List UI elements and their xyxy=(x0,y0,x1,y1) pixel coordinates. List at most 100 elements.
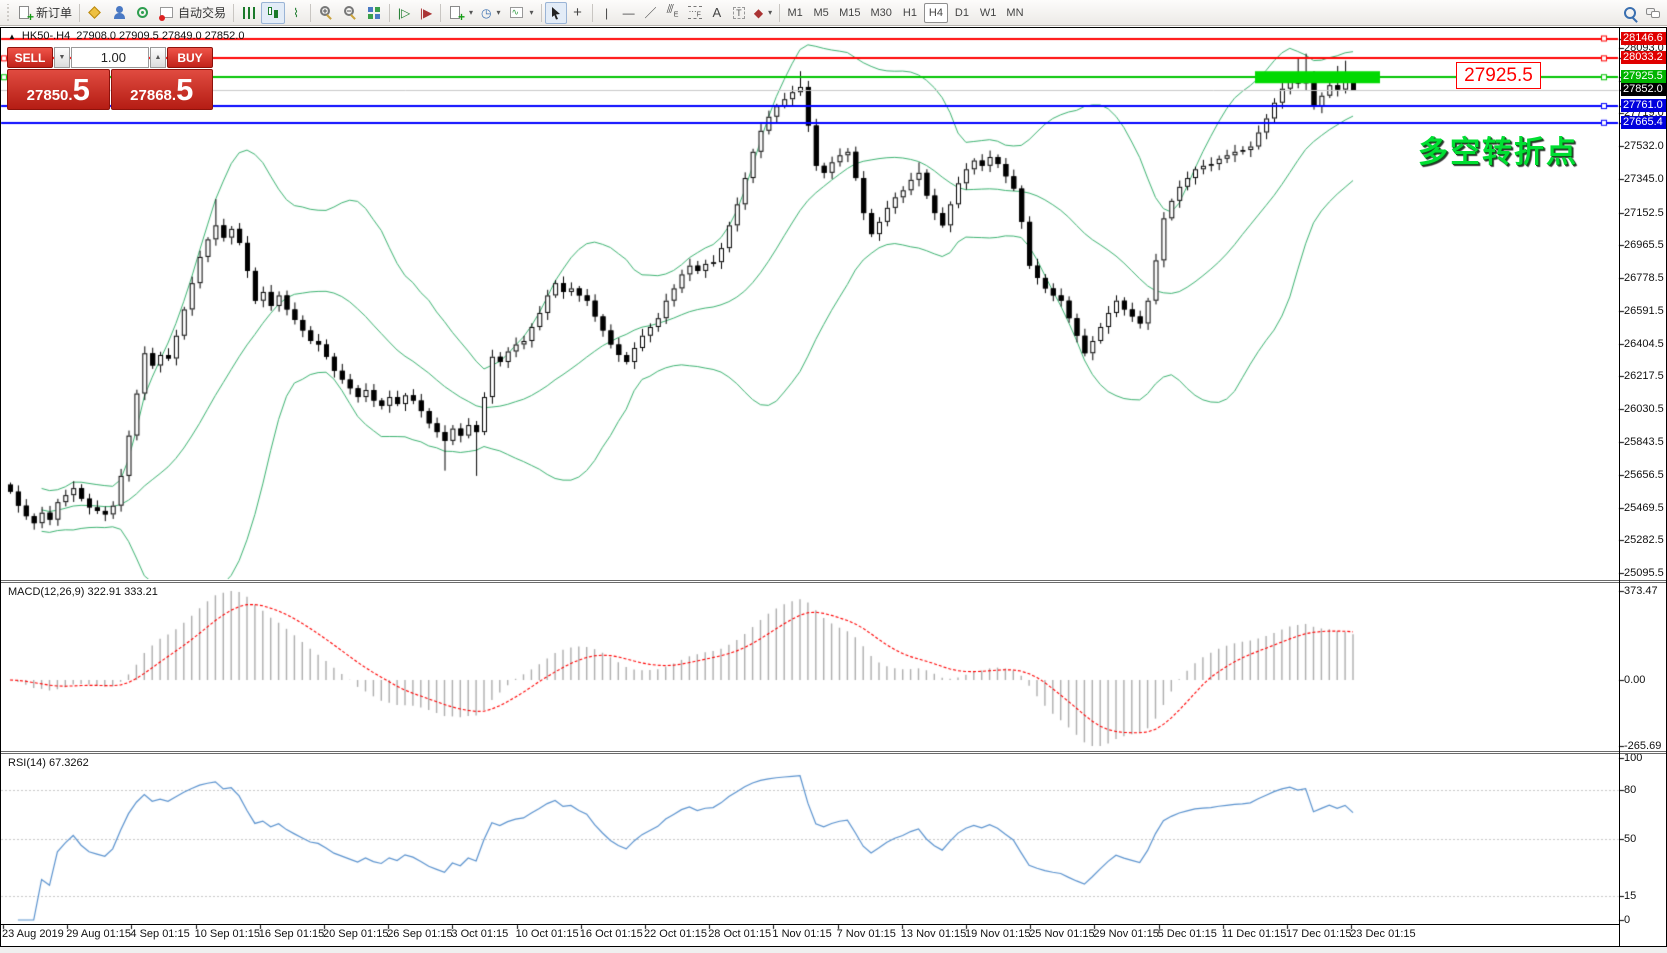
panel-separator[interactable] xyxy=(0,580,1667,581)
sell-price[interactable]: 27850. 5 xyxy=(7,69,110,110)
timeframe-h1[interactable]: H1 xyxy=(898,3,922,23)
zoom-in-button[interactable]: + xyxy=(314,2,338,24)
price-axis-tick: 27152.5 xyxy=(1624,206,1664,219)
toolbar-separator xyxy=(310,3,312,22)
bar-chart-button[interactable] xyxy=(237,2,261,24)
time-axis-label: 17 Dec 01:15 xyxy=(1286,928,1352,940)
time-axis-label: 19 Nov 01:15 xyxy=(965,928,1031,940)
timeframe-mn[interactable]: MN xyxy=(1002,3,1027,23)
time-axis-label: 20 Sep 01:15 xyxy=(323,928,389,940)
rsi-axis-tick: 80 xyxy=(1624,784,1637,797)
volume-input[interactable]: 1.00 xyxy=(71,47,149,68)
text-label-tool-button[interactable]: T xyxy=(728,2,750,24)
candlestick-chart-button[interactable] xyxy=(261,1,286,24)
macd-axis-tick: 0.00 xyxy=(1624,674,1646,686)
price-axis-tick: 27532.0 xyxy=(1624,140,1664,153)
add-indicator-button[interactable]: + xyxy=(444,2,477,24)
price-axis-badge: 27665.4 xyxy=(1621,115,1667,129)
time-axis-label: 11 Dec 01:15 xyxy=(1221,928,1287,940)
toolbar-separator xyxy=(79,3,81,22)
cursor-tool-button[interactable] xyxy=(544,1,567,24)
timeframe-m5[interactable]: M5 xyxy=(809,3,833,23)
search-button[interactable] xyxy=(1619,2,1641,24)
chat-button[interactable] xyxy=(1641,2,1665,24)
collapse-panel-icon[interactable]: ▲ xyxy=(8,32,16,41)
price-axis-tick: 25843.5 xyxy=(1624,435,1664,448)
chart-frame-top xyxy=(0,27,1667,28)
time-axis-label: 13 Nov 01:15 xyxy=(900,928,967,940)
vline-tool-button[interactable]: | xyxy=(596,2,618,24)
buy-price[interactable]: 27868. 5 xyxy=(110,69,213,110)
price-level-label[interactable]: 27925.5 xyxy=(1456,62,1541,89)
autotrading-icon xyxy=(159,5,175,21)
chart-shift-button[interactable]: |▷ xyxy=(393,2,415,24)
new-order-button[interactable]: + 新订单 xyxy=(13,2,76,24)
time-axis-label: 25 Nov 01:15 xyxy=(1029,928,1095,940)
timeframe-h4[interactable]: H4 xyxy=(923,2,948,23)
price-axis-badge: 27925.5 xyxy=(1621,70,1667,84)
price-axis-tick: 26404.5 xyxy=(1624,337,1664,350)
time-axis-label: 22 Oct 01:15 xyxy=(644,928,707,940)
volume-up-button[interactable]: ▲ xyxy=(150,47,166,68)
panel-separator[interactable] xyxy=(0,751,1667,752)
zoom-in-icon: + xyxy=(318,5,334,21)
chart-annotation-text[interactable]: 多空转折点 xyxy=(1418,127,1578,171)
clock-icon: ◷ xyxy=(481,5,492,20)
fibonacci-icon: ⋯F xyxy=(687,5,702,20)
line-chart-button[interactable]: ⌇ xyxy=(285,2,307,24)
arrows-tool-button[interactable]: ◆ xyxy=(750,2,776,24)
toolbar-separator xyxy=(591,3,593,22)
trendline-icon: ／ xyxy=(644,5,657,20)
rsi-axis-tick: 0 xyxy=(1624,914,1631,926)
market-watch-icon xyxy=(87,5,103,21)
zoom-out-button[interactable]: − xyxy=(338,2,362,24)
chart-canvas[interactable] xyxy=(0,0,1667,953)
time-axis-label: 1 Nov 01:15 xyxy=(772,928,832,940)
vertical-line-icon: | xyxy=(605,5,609,20)
toolbar: + 新订单 自动交易 ⌇ + − |▷ |▶ + ▾ ◷ ▾ ∿ ▾ + | —… xyxy=(0,0,1667,26)
macd-axis-tick: 373.47 xyxy=(1624,585,1658,597)
chart-ohlc-values: 27908.0 27909.5 27849.0 27852.0 xyxy=(76,30,245,42)
data-window-button[interactable] xyxy=(107,2,131,24)
navigator-button[interactable] xyxy=(131,2,155,24)
buy-button[interactable]: BUY xyxy=(167,47,213,68)
cursor-icon xyxy=(551,6,560,19)
horizontal-line-icon: — xyxy=(622,5,635,20)
auto-scroll-button[interactable]: |▶ xyxy=(415,2,437,24)
candlestick-icon xyxy=(265,5,281,21)
toolbar-gripper[interactable] xyxy=(5,3,10,22)
autotrading-button[interactable]: 自动交易 xyxy=(155,2,230,24)
hline-tool-button[interactable]: — xyxy=(618,2,640,24)
panel-separator[interactable] xyxy=(0,582,1667,583)
new-order-icon: + xyxy=(17,5,34,23)
add-indicator-icon: + xyxy=(448,5,465,23)
timeframe-m30[interactable]: M30 xyxy=(867,3,896,23)
tile-windows-button[interactable] xyxy=(362,2,386,24)
sell-price-pip: 5 xyxy=(72,72,90,107)
templates-button[interactable]: ∿ xyxy=(505,2,538,24)
timeframe-m1[interactable]: M1 xyxy=(783,3,807,23)
periods-button[interactable]: ◷ xyxy=(477,2,505,24)
crosshair-tool-button[interactable]: + xyxy=(567,2,589,24)
volume-down-button[interactable]: ▼ xyxy=(54,47,70,68)
rsi-axis-tick: 50 xyxy=(1624,833,1637,845)
time-axis-label: 10 Oct 01:15 xyxy=(515,928,579,940)
sell-price-main: 27850 xyxy=(26,87,69,104)
sell-button[interactable]: SELL xyxy=(7,47,53,68)
channel-tool-button[interactable]: ⫻E xyxy=(662,2,684,24)
market-watch-button[interactable] xyxy=(83,2,107,24)
panel-separator[interactable] xyxy=(0,753,1667,754)
price-axis-tick: 25469.5 xyxy=(1624,501,1664,514)
arrows-icon: ◆ xyxy=(753,5,764,20)
timeframe-m15[interactable]: M15 xyxy=(835,3,864,23)
chart-title: ▲ HK50-.H4 27908.0 27909.5 27849.0 27852… xyxy=(8,30,244,42)
toolbar-separator xyxy=(389,3,391,22)
fibonacci-tool-button[interactable]: ⋯F xyxy=(684,2,706,24)
text-tool-button[interactable]: A xyxy=(706,2,728,24)
trendline-tool-button[interactable]: ／ xyxy=(640,2,662,24)
buy-price-main: 27868 xyxy=(130,87,172,104)
timeframe-w1[interactable]: W1 xyxy=(976,3,1001,23)
timeframe-d1[interactable]: D1 xyxy=(950,3,974,23)
crosshair-icon: + xyxy=(573,3,582,21)
time-axis-label: 29 Nov 01:15 xyxy=(1093,928,1159,940)
